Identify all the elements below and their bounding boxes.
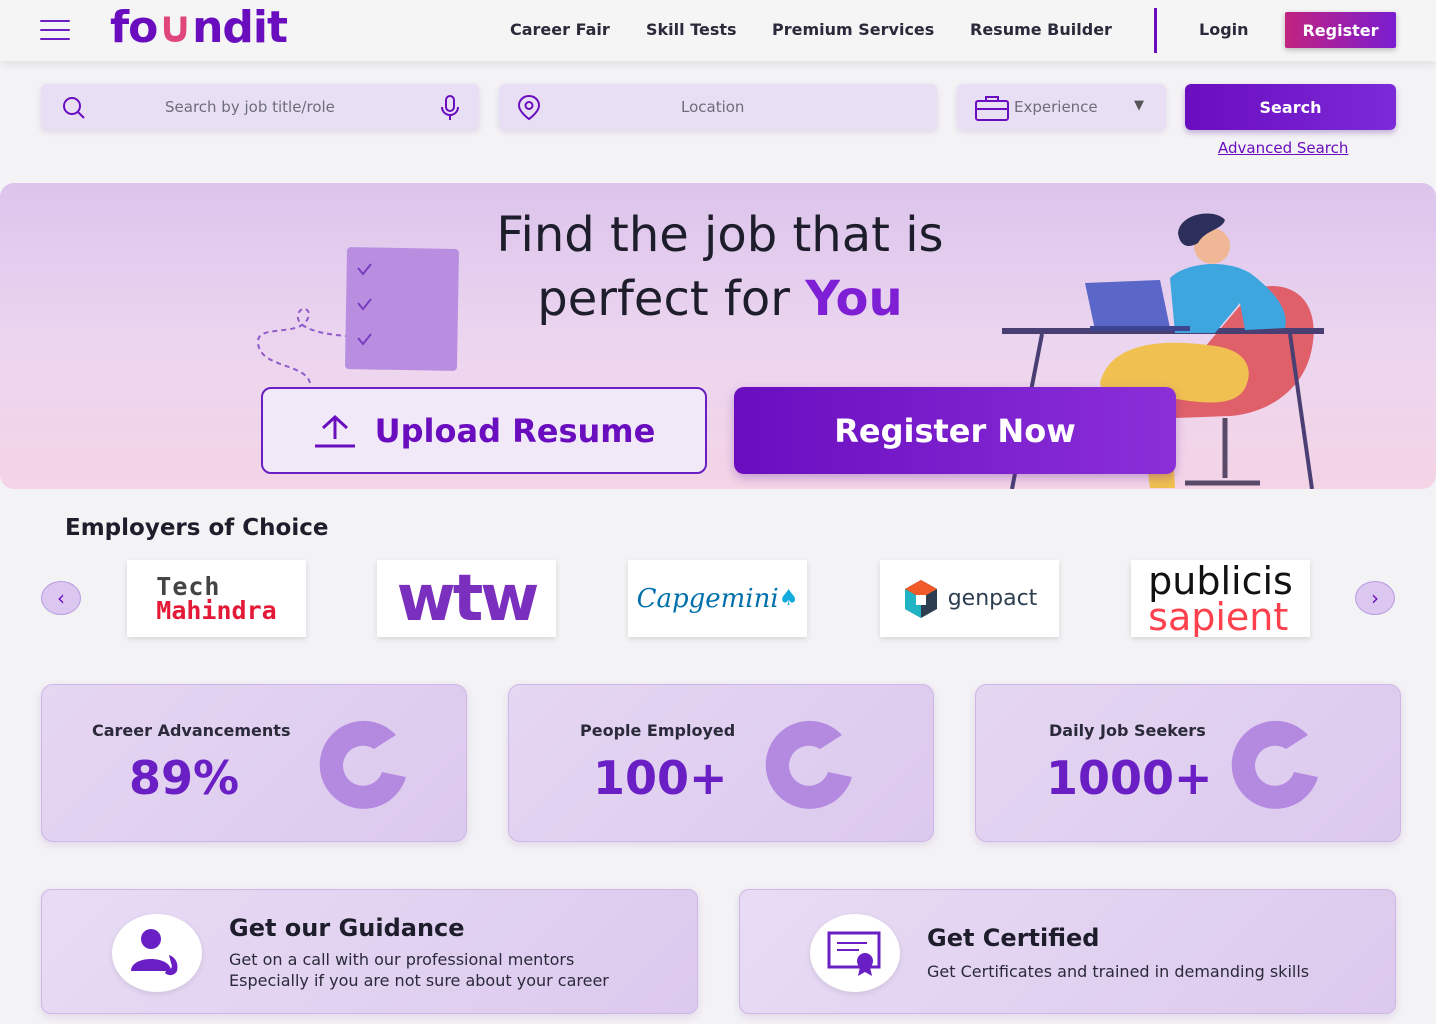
logo-capgemini[interactable]: Capgemini ♠ <box>628 560 807 637</box>
carousel-next-arrow-icon[interactable]: › <box>1355 581 1395 615</box>
stat-label: People Employed <box>580 721 736 740</box>
upload-resume-label: Upload Resume <box>374 411 656 450</box>
guidance-title: Get our Guidance <box>229 914 465 942</box>
upload-icon <box>314 414 355 447</box>
ring-chart-icon <box>1231 720 1318 809</box>
certified-line1: Get Certificates and trained in demandin… <box>927 962 1310 981</box>
job-search-field[interactable]: Search by job title/role <box>41 84 479 130</box>
logo-publicis-sapient[interactable]: publicis sapient <box>1131 560 1310 637</box>
stat-card-employed: People Employed 100+ <box>508 684 934 842</box>
foundit-logo[interactable]: fo∪ndit <box>110 2 288 53</box>
login-link[interactable]: Login <box>1199 20 1249 39</box>
certified-card[interactable]: Get Certified Get Certificates and train… <box>739 889 1396 1014</box>
stat-label: Career Advancements <box>92 721 291 740</box>
certificate-icon <box>810 914 900 992</box>
location-pin-icon <box>517 94 541 121</box>
nav-resume-builder[interactable]: Resume Builder <box>970 20 1112 39</box>
search-icon <box>63 97 85 119</box>
chevron-down-icon: ▼ <box>1134 98 1144 113</box>
nav-career-fair[interactable]: Career Fair <box>510 20 610 39</box>
guidance-line1: Get on a call with our professional ment… <box>229 950 575 969</box>
register-button[interactable]: Register <box>1285 12 1396 48</box>
location-field[interactable]: Location <box>499 84 937 130</box>
experience-select[interactable]: Experience ▼ <box>957 84 1166 130</box>
search-button[interactable]: Search <box>1185 84 1396 130</box>
genpact-mark-icon <box>904 579 937 618</box>
location-placeholder: Location <box>681 98 745 116</box>
stat-card-career: Career Advancements 89% <box>41 684 467 842</box>
logo-genpact[interactable]: genpact <box>880 560 1059 637</box>
nav-divider <box>1154 8 1157 53</box>
briefcase-icon <box>975 96 1009 121</box>
logo-tech-mahindra[interactable]: Tech Mahindra <box>127 560 306 637</box>
hero-title-line2: perfect for You <box>537 271 903 327</box>
stat-value: 89% <box>129 751 240 805</box>
stat-card-seekers: Daily Job Seekers 1000+ <box>975 684 1401 842</box>
advanced-search-link[interactable]: Advanced Search <box>1218 139 1348 157</box>
guidance-card[interactable]: Get our Guidance Get on a call with our … <box>41 889 698 1014</box>
microphone-icon[interactable] <box>437 94 463 122</box>
nav-premium-services[interactable]: Premium Services <box>772 20 934 39</box>
ring-chart-icon <box>765 720 852 809</box>
carousel-prev-arrow-icon[interactable]: ‹ <box>41 581 81 615</box>
employers-title: Employers of Choice <box>65 515 329 541</box>
upload-resume-button[interactable]: Upload Resume <box>261 387 707 474</box>
stat-value: 100+ <box>593 751 728 805</box>
job-search-placeholder: Search by job title/role <box>165 98 335 116</box>
top-header: fo∪ndit Career Fair Skill Tests Premium … <box>0 0 1436 61</box>
hero-title-line1: Find the job that is <box>496 207 944 263</box>
logo-wtw[interactable]: wtw <box>377 560 556 637</box>
certified-title: Get Certified <box>927 924 1100 952</box>
hero-title: Find the job that is perfect for You <box>380 203 1060 331</box>
stat-value: 1000+ <box>1046 751 1213 805</box>
ring-chart-icon <box>319 720 406 809</box>
guidance-line2: Especially if you are not sure about you… <box>229 971 609 990</box>
hamburger-menu-icon[interactable] <box>40 20 70 40</box>
mentor-call-icon <box>112 914 202 992</box>
experience-placeholder: Experience <box>1014 98 1098 116</box>
nav-skill-tests[interactable]: Skill Tests <box>646 20 737 39</box>
hero-banner: Find the job that is perfect for You <box>0 183 1436 489</box>
stat-label: Daily Job Seekers <box>1049 721 1206 740</box>
register-now-button[interactable]: Register Now <box>734 387 1176 474</box>
